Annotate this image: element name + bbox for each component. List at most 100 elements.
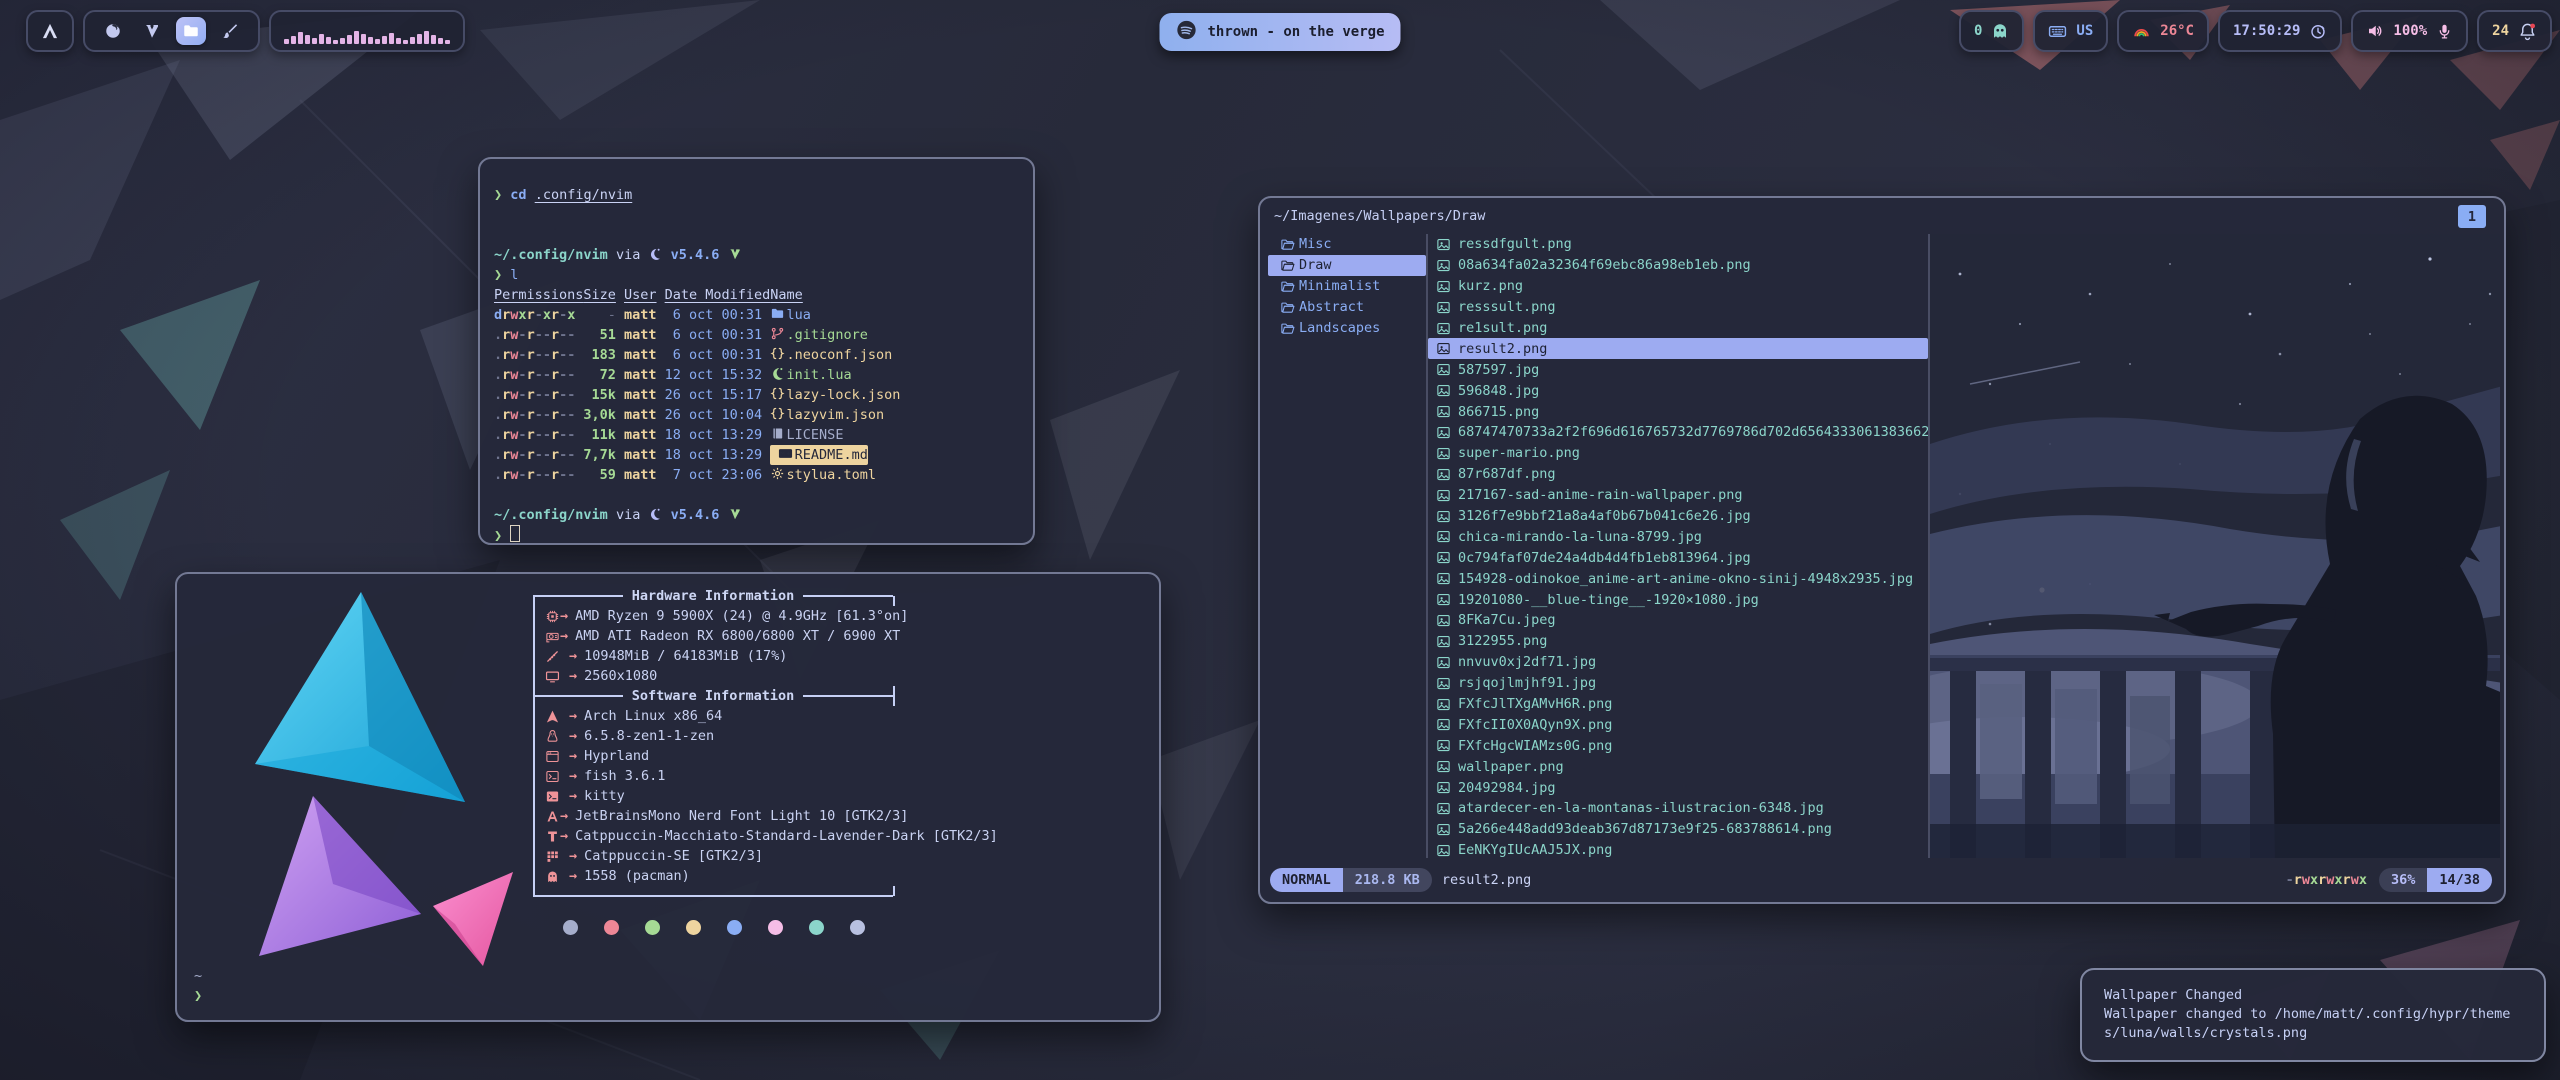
workspace-firefox[interactable]	[98, 17, 128, 45]
file-row[interactable]: ressdfgult.png	[1428, 234, 1928, 255]
sidebar-folder-misc[interactable]: Misc	[1268, 234, 1426, 255]
keyboard-layout-module[interactable]: US	[2033, 10, 2108, 52]
image-file-icon	[1436, 404, 1451, 419]
weather-module[interactable]: 26°C	[2117, 10, 2209, 52]
temperature: 26°C	[2160, 23, 2194, 39]
folder-open-icon	[1280, 279, 1295, 294]
hardware-section-header: Hardware Information	[533, 586, 895, 606]
file-row[interactable]: 87r687df.png	[1428, 464, 1928, 485]
sidebar-folder-abstract[interactable]: Abstract	[1268, 297, 1426, 318]
file-row[interactable]: 217167-sad-anime-rain-wallpaper.png	[1428, 485, 1928, 506]
image-file-icon	[1436, 697, 1451, 712]
fetch-row: →Catppuccin-SE [GTK2/3]	[533, 846, 895, 866]
palette-dot	[809, 920, 824, 935]
file-row[interactable]: EeNKYgIUcAAJ5JX.png	[1428, 840, 1928, 858]
arrow-icon: →	[569, 786, 577, 806]
clock-module[interactable]: 17:50:29	[2218, 10, 2342, 52]
prompt-cwd: ~/.config/nvim	[494, 247, 608, 263]
image-file-icon	[1436, 613, 1451, 628]
file-row[interactable]: 3126f7e9bbf21a8a4af0b67b041c6e26.jpg	[1428, 506, 1928, 527]
file-name: 0c794faf07de24a4db4d4fb1eb813964.jpg	[1458, 550, 1751, 566]
arrow-icon: →	[569, 766, 577, 786]
workspace-vim[interactable]	[137, 17, 167, 45]
file-name: rsjqojlmjhf91.jpg	[1458, 675, 1596, 691]
file-row[interactable]: chica-mirando-la-luna-8799.jpg	[1428, 526, 1928, 547]
terminal-window[interactable]: ❯ cd .config/nvim ~/.config/nvim via v5.…	[478, 157, 1035, 545]
braces-icon	[770, 345, 786, 365]
file-row[interactable]: 68747470733a2f2f696d616765732d7769786d70…	[1428, 422, 1928, 443]
lua-version: v5.4.6	[671, 507, 720, 523]
file-row[interactable]: 0c794faf07de24a4db4d4fb1eb813964.jpg	[1428, 547, 1928, 568]
file-name: 8FKa7Cu.jpeg	[1458, 612, 1556, 628]
sidebar-folder-draw[interactable]: Draw	[1268, 255, 1426, 276]
fetch-row: →AMD ATI Radeon RX 6800/6800 XT / 6900 X…	[533, 626, 895, 646]
file-row[interactable]: 8FKa7Cu.jpeg	[1428, 610, 1928, 631]
file-row[interactable]: super-mario.png	[1428, 443, 1928, 464]
ls-file-entry: .rw-r--r--11kmatt18 oct 13:29LICENSE	[494, 425, 1033, 445]
file-row[interactable]: resssult.png	[1428, 297, 1928, 318]
audio-module[interactable]: 100%	[2351, 10, 2468, 52]
file-manager-header: ~/Imagenes/Wallpapers/Draw 1	[1260, 198, 2504, 234]
ls-header-row: PermissionsSizeUserDate ModifiedName	[494, 285, 1033, 305]
bar-right-modules: 0 US 26°C 17:50:29 100% 24	[1959, 10, 2552, 52]
fetch-window[interactable]: Hardware Information →AMD Ryzen 9 5900X …	[175, 572, 1161, 1022]
image-file-icon	[1436, 822, 1451, 837]
clock-time: 17:50:29	[2233, 23, 2300, 39]
file-row[interactable]: FXfcJlTXgAMvH6R.png	[1428, 694, 1928, 715]
file-name: 5a266e448add93deab367d87173e9f25-6837886…	[1458, 821, 1832, 837]
workspace-folder-active[interactable]	[176, 17, 206, 45]
image-file-icon	[1436, 843, 1451, 858]
cursor-icon	[545, 829, 560, 844]
palette-dot	[645, 920, 660, 935]
image-file-icon	[1436, 571, 1451, 586]
file-row[interactable]: 587597.jpg	[1428, 359, 1928, 380]
fetch-value: 6.5.8-zen1-1-zen	[584, 726, 714, 746]
file-row[interactable]: 08a634fa02a32364f69ebc86a98eb1eb.png	[1428, 255, 1928, 276]
file-name: atardecer-en-la-montanas-ilustracion-634…	[1458, 800, 1824, 816]
media-player-pill[interactable]: thrown - on the verge	[1159, 13, 1400, 51]
ls-file-entry: drwxr-xr-x-matt 6 oct 00:31lua	[494, 305, 1033, 325]
file-row[interactable]: kurz.png	[1428, 276, 1928, 297]
updates-module[interactable]: 0	[1959, 10, 2024, 52]
file-row[interactable]: nnvuv0xj2df71.jpg	[1428, 652, 1928, 673]
arrow-icon: →	[560, 606, 568, 626]
tab-badge[interactable]: 1	[2458, 205, 2486, 228]
file-row[interactable]: 19201080-__blue-tinge__-1920×1080.jpg	[1428, 589, 1928, 610]
folder-icon	[770, 305, 786, 325]
keyboard-layout: US	[2076, 23, 2093, 39]
fetch-value: 1558 (pacman)	[584, 866, 690, 886]
fetch-row: →AMD Ryzen 9 5900X (24) @ 4.9GHz [61.3°o…	[533, 606, 895, 626]
file-row[interactable]: rsjqojlmjhf91.jpg	[1428, 673, 1928, 694]
ls-file-entry: .rw-r--r--72matt12 oct 15:32init.lua	[494, 365, 1033, 385]
arrow-icon: →	[569, 726, 577, 746]
file-row[interactable]: 20492984.jpg	[1428, 777, 1928, 798]
microphone-icon	[2436, 23, 2453, 40]
file-row[interactable]: FXfcII0X0AQyn9X.png	[1428, 714, 1928, 735]
notifications-module[interactable]: 24	[2477, 10, 2552, 52]
app-launcher-button[interactable]	[26, 10, 74, 52]
ls-output: drwxr-xr-x-matt 6 oct 00:31lua .rw-r--r--…	[494, 305, 1033, 485]
file-row[interactable]: 154928-odinokoe_anime-art-anime-okno-sin…	[1428, 568, 1928, 589]
file-row[interactable]: 866715.png	[1428, 401, 1928, 422]
selected-filename: result2.png	[1442, 872, 1531, 888]
sidebar-folder-landscapes[interactable]: Landscapes	[1268, 318, 1426, 339]
notification-popup[interactable]: Wallpaper Changed Wallpaper changed to /…	[2080, 968, 2546, 1062]
arrow-icon: →	[569, 666, 577, 686]
workspace-brush[interactable]	[215, 17, 245, 45]
file-row[interactable]: 5a266e448add93deab367d87173e9f25-6837886…	[1428, 819, 1928, 840]
file-row[interactable]: atardecer-en-la-montanas-ilustracion-634…	[1428, 798, 1928, 819]
file-row[interactable]: 596848.jpg	[1428, 380, 1928, 401]
file-row[interactable]: 3122955.png	[1428, 631, 1928, 652]
sidebar-folder-minimalist[interactable]: Minimalist	[1268, 276, 1426, 297]
image-file-icon	[1436, 801, 1451, 816]
file-row[interactable]: FXfcHgcWIAMzs0G.png	[1428, 735, 1928, 756]
file-manager-window[interactable]: ~/Imagenes/Wallpapers/Draw 1 MiscDrawMin…	[1258, 196, 2506, 904]
file-name: super-mario.png	[1458, 445, 1580, 461]
fetch-info: Hardware Information →AMD Ryzen 9 5900X …	[533, 586, 895, 935]
fetch-row: → 6.5.8-zen1-1-zen	[533, 726, 895, 746]
file-row[interactable]: wallpaper.png	[1428, 756, 1928, 777]
firefox-icon	[104, 22, 122, 40]
image-file-icon	[1436, 780, 1451, 795]
file-row[interactable]: result2.png	[1428, 338, 1928, 359]
file-row[interactable]: re1sult.png	[1428, 318, 1928, 339]
